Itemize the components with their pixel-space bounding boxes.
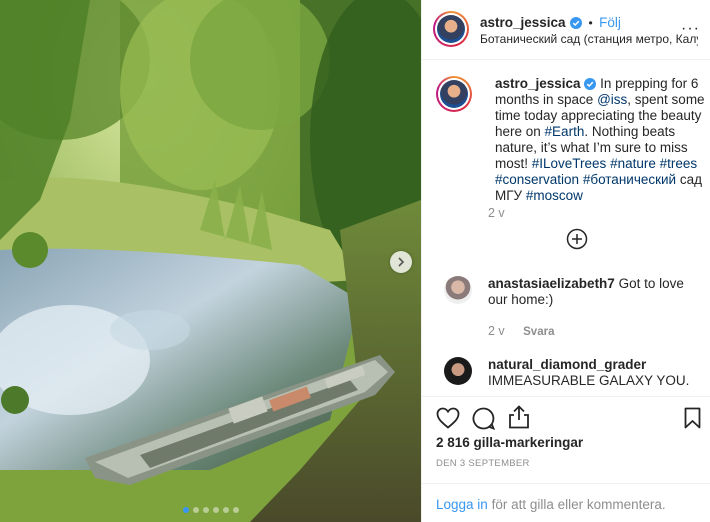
carousel-dot: [192, 507, 199, 513]
caption-author-username[interactable]: astro_jessica: [495, 76, 581, 91]
caption-body: In prepping for 6 months in space @iss, …: [495, 76, 705, 203]
caption-author-avatar[interactable]: [436, 76, 472, 112]
login-prompt: Logga in för att gilla eller kommentera.: [422, 483, 710, 522]
header-author-row: astro_jessica • Följ: [480, 14, 621, 32]
caption-tag-link[interactable]: @iss: [597, 92, 627, 107]
caption-tag-link[interactable]: #ботанический: [583, 172, 676, 187]
post-modal: astro_jessica • Följ Ботанический сад (с…: [0, 0, 710, 522]
bookmark-icon: [684, 407, 701, 429]
post-location[interactable]: Ботанический сад (станция метро, Калу…: [480, 32, 698, 46]
login-prompt-text: för att gilla eller kommentera.: [487, 497, 666, 512]
verified-badge-icon: [584, 78, 597, 90]
heart-icon: [436, 407, 460, 429]
pond-boat-photo: [0, 0, 421, 522]
follow-button[interactable]: Följ: [599, 15, 621, 30]
carousel-dot: [222, 507, 229, 513]
comment-text: natural_diamond_grader IMMEASURABLE GALA…: [488, 357, 693, 389]
reply-button[interactable]: Svara: [523, 326, 554, 338]
chevron-right-icon: [398, 257, 405, 267]
caption-timestamp[interactable]: 2 v: [488, 206, 505, 220]
carousel-indicator: [0, 507, 421, 513]
author-avatar[interactable]: [433, 11, 469, 47]
post-date[interactable]: DEN 3 SEPTEMBER: [436, 458, 530, 469]
caption-tag-link[interactable]: #Earth: [545, 124, 585, 139]
carousel-dot: [232, 507, 239, 513]
author-username[interactable]: astro_jessica: [480, 15, 566, 30]
comment-timestamp[interactable]: 2 v: [488, 324, 505, 338]
carousel-dot: [202, 507, 209, 513]
share-icon: [509, 405, 529, 429]
comment-item: anastasiaelizabeth7 Got to love our home…: [436, 276, 706, 346]
caption-tag-link[interactable]: #nature: [610, 156, 656, 171]
carousel-dot: [212, 507, 219, 513]
comment-item: natural_diamond_grader IMMEASURABLE GALA…: [436, 357, 706, 391]
commenter-username[interactable]: natural_diamond_grader: [488, 357, 693, 373]
verified-badge-icon: [570, 17, 583, 29]
caption-tag-link[interactable]: #moscow: [526, 188, 583, 203]
post-side-panel: astro_jessica • Följ Ботанический сад (с…: [421, 0, 710, 522]
post-header: astro_jessica • Följ Ботанический сад (с…: [422, 0, 710, 60]
commenter-avatar[interactable]: [444, 276, 472, 304]
header-separator: •: [588, 16, 593, 30]
more-options-icon[interactable]: ···: [681, 20, 700, 38]
commenter-username[interactable]: anastasiaelizabeth7: [488, 276, 615, 291]
save-button[interactable]: [684, 407, 701, 434]
post-photo[interactable]: [0, 0, 421, 522]
caption-tag-link[interactable]: #trees: [660, 156, 698, 171]
post-actions: 2 816 gilla-markeringar DEN 3 SEPTEMBER …: [422, 396, 710, 522]
caption-tag-link[interactable]: #ILoveTrees: [532, 156, 607, 171]
load-more-comments-button[interactable]: [566, 228, 588, 250]
comment-body: IMMEASURABLE GALAXY YOU.: [488, 373, 690, 388]
login-link[interactable]: Logga in: [436, 497, 488, 512]
comment-icon: [472, 407, 496, 431]
comment-text: anastasiaelizabeth7 Got to love our home…: [488, 276, 693, 308]
caption-tag-link[interactable]: #conservation: [495, 172, 579, 187]
like-button[interactable]: [436, 407, 460, 434]
next-photo-button[interactable]: [390, 251, 412, 273]
comment-meta: 2 v Svara: [488, 322, 554, 340]
plus-circle-icon: [566, 228, 588, 250]
caption-text: astro_jessica In prepping for 6 months i…: [495, 76, 710, 204]
share-button[interactable]: [508, 405, 530, 434]
likes-count[interactable]: 2 816 gilla-markeringar: [436, 435, 583, 450]
comment-button[interactable]: [472, 407, 496, 435]
commenter-avatar[interactable]: [444, 357, 472, 385]
carousel-dot: [182, 507, 189, 513]
